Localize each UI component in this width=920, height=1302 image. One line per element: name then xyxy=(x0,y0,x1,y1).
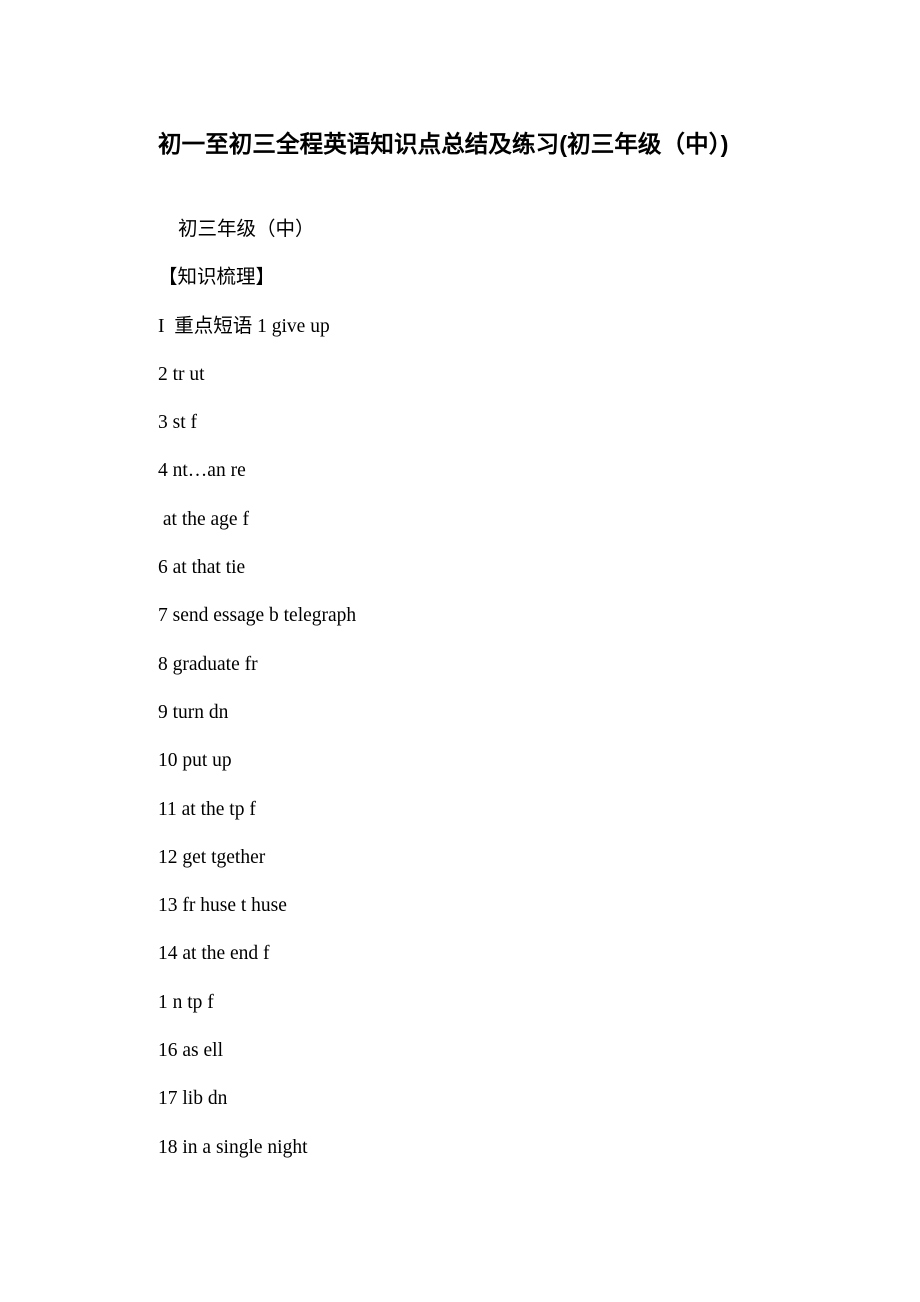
list-item: 8 graduate fr xyxy=(158,653,258,675)
list-item: 3 st f xyxy=(158,412,197,434)
page-title: 初一至初三全程英语知识点总结及练习(初三年级（中）) xyxy=(158,130,729,157)
list-item: 13 fr huse t huse xyxy=(158,895,287,917)
list-item: 16 as ell xyxy=(158,1040,223,1062)
document-page: 初一至初三全程英语知识点总结及练习(初三年级（中）) 初三年级（中） 【知识梳理… xyxy=(0,0,920,1302)
document-body: 初三年级（中） 【知识梳理】 I 重点短语 1 give up 2 tr ut … xyxy=(158,206,878,1172)
list-item: 12 get tgether xyxy=(158,846,266,868)
list-item: 7 send essage b telegraph xyxy=(158,605,357,627)
document-subtitle: 初三年级（中） xyxy=(178,219,315,240)
list-item: I 重点短语 1 give up xyxy=(158,315,330,337)
list-item: at the age f xyxy=(158,508,249,530)
list-item: 2 tr ut xyxy=(158,363,205,385)
list-item: 6 at that tie xyxy=(158,557,246,579)
list-item: 10 put up xyxy=(158,750,232,772)
list-item: 9 turn dn xyxy=(158,701,229,723)
list-item: 17 lib dn xyxy=(158,1088,228,1110)
section-heading-knowledge-review: 【知识梳理】 xyxy=(158,267,276,289)
list-item: 11 at the tp f xyxy=(158,798,256,820)
list-item: 14 at the end f xyxy=(158,943,270,965)
list-item: 18 in a single night xyxy=(158,1136,308,1158)
list-item: 1 n tp f xyxy=(158,991,214,1013)
list-item: 4 nt…an re xyxy=(158,460,246,482)
